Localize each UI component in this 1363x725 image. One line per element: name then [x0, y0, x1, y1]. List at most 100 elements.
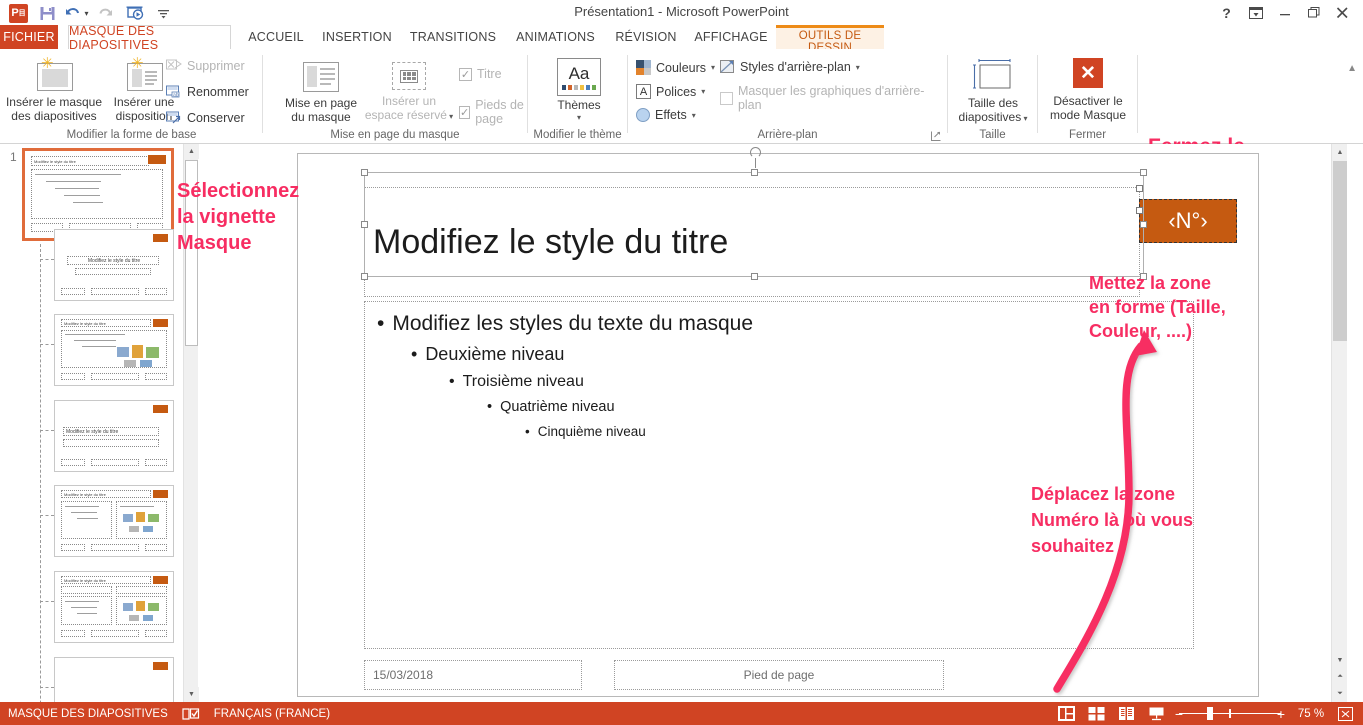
chevron-down-icon[interactable]: ▾ [692, 111, 696, 120]
supprimer-button[interactable]: Supprimer [166, 59, 245, 73]
thumbnail-layout-blank[interactable] [54, 657, 174, 702]
view-slide-sorter-button[interactable] [1081, 702, 1111, 725]
inserer-un-espace-reserve-button[interactable]: Insérer unespace réservé ▾ [363, 59, 455, 124]
layout-connector-7 [40, 687, 54, 688]
body-text-level-2: Deuxième niveau [425, 344, 564, 365]
ribbon-display-options-button[interactable] [1241, 2, 1270, 23]
restore-button[interactable] [1299, 2, 1328, 23]
view-reading-button[interactable] [1111, 702, 1141, 725]
themes-button[interactable]: Aa Thèmes ▾ [554, 58, 604, 122]
annotation-line1: Sélectionnez [177, 178, 299, 204]
tab-masque-des-diapositives[interactable]: MASQUE DES DIAPOSITIVES [68, 25, 231, 50]
btn-label-line2: disposition [116, 109, 173, 123]
conserver-button[interactable]: Conserver [166, 111, 245, 125]
btn-label-line1: Insérer un [382, 94, 436, 108]
tab-insertion[interactable]: INSERTION [318, 25, 396, 49]
status-bar-right: − + 75 % [1051, 702, 1357, 725]
minimize-button[interactable] [1270, 2, 1299, 23]
collapse-ribbon-icon[interactable]: ▲ [1347, 63, 1357, 74]
btn-label-line2: diapositives [959, 110, 1022, 124]
zoom-level-label[interactable]: 75 % [1289, 708, 1333, 720]
close-button[interactable] [1328, 2, 1357, 23]
status-language[interactable]: FRANÇAIS (FRANCE) [214, 708, 330, 720]
window-controls: ? [1212, 2, 1357, 23]
resize-handle-e[interactable] [1140, 221, 1147, 228]
canvas-scroll-up-icon[interactable]: ▲ [1332, 144, 1348, 160]
tab-transitions[interactable]: TRANSITIONS [405, 25, 501, 49]
tab-revision[interactable]: RÉVISION [610, 25, 682, 49]
pieds-de-page-checkbox[interactable]: ✓ Pieds de page [459, 98, 527, 126]
chevron-down-icon[interactable]: ▾ [577, 113, 581, 122]
slide-thumbnail-pane[interactable]: 1 Modifiez le style du titre [0, 144, 183, 702]
title-selection-frame[interactable] [364, 172, 1144, 277]
couleurs-button[interactable]: Couleurs ▾ [636, 60, 715, 75]
thumbnail-layout-content[interactable]: Modifiez le style du titre [54, 314, 174, 386]
resize-handle-nw[interactable] [361, 169, 368, 176]
zoom-slider[interactable]: − + [1171, 702, 1289, 725]
ribbon-tab-strip: OUTILS DE DESSIN FORMAT FICHIER MASQUE D… [0, 25, 1363, 49]
work-area: 1 Modifiez le style du titre [0, 144, 1363, 702]
taille-des-diapositives-button[interactable]: Taille desdiapositives ▾ [958, 58, 1028, 126]
canvas-scrollbar[interactable]: ▲ ▼ ⏶ ⏷ [1331, 144, 1347, 702]
tab-accueil[interactable]: ACCUEIL [243, 25, 309, 49]
btn-label-line1: Mise en page [285, 96, 357, 110]
group-title-mise-en-page-du-masque: Mise en page du masque [263, 129, 527, 141]
thumbnail-master[interactable]: Modifiez le style du titre [22, 148, 174, 241]
resize-handle-n[interactable] [751, 169, 758, 176]
previous-slide-icon[interactable]: ⏶ [1332, 669, 1348, 685]
resize-handle-w[interactable] [361, 221, 368, 228]
view-slideshow-button[interactable] [1141, 702, 1171, 725]
bullet-icon: • [449, 373, 455, 391]
fit-to-window-icon[interactable] [1333, 702, 1357, 725]
bullet-icon: • [525, 424, 530, 439]
resize-handle-ne[interactable] [1140, 169, 1147, 176]
placeholder-icon [392, 62, 426, 90]
zoom-knob[interactable] [1207, 707, 1213, 720]
chevron-down-icon[interactable]: ▾ [856, 63, 860, 72]
slide-size-icon [972, 58, 1014, 92]
thumbnail-layout-two-content[interactable]: Modifiez le style du titre [54, 485, 174, 557]
help-button[interactable]: ? [1212, 2, 1241, 23]
thumbnail-layout-title[interactable]: Modifiez le style du titre [54, 229, 174, 301]
footer-placeholder[interactable]: Pied de page [614, 660, 944, 690]
date-placeholder[interactable]: 15/03/2018 [364, 660, 582, 690]
tab-fichier[interactable]: FICHIER [0, 25, 58, 49]
footer-placeholder-text: Pied de page [744, 668, 815, 682]
tab-animations[interactable]: ANIMATIONS [509, 25, 602, 49]
thumbnail-layout-comparison[interactable]: Modifiez le style du titre [54, 571, 174, 643]
tab-affichage[interactable]: AFFICHAGE [690, 25, 772, 49]
inserer-masque-des-diapositives-button[interactable]: ✳ Insérer le masquedes diapositives [4, 57, 104, 123]
chevron-down-icon[interactable]: ▾ [711, 63, 715, 72]
chevron-down-icon[interactable]: ▾ [701, 87, 705, 96]
spellcheck-icon[interactable] [182, 707, 200, 721]
body-placeholder[interactable]: • Modifiez les styles du texte du masque… [364, 301, 1194, 649]
mise-en-page-du-masque-button[interactable]: Mise en pagedu masque [275, 59, 367, 124]
canvas-scrollbar-thumb[interactable] [1333, 161, 1347, 341]
renommer-button[interactable]: ab Renommer [166, 85, 249, 99]
rotation-handle[interactable] [750, 147, 761, 158]
desactiver-le-mode-masque-button[interactable]: ✕ Désactiver lemode Masque [1046, 58, 1130, 122]
titre-checkbox[interactable]: ✓ Titre [459, 67, 502, 81]
slide-number-placeholder[interactable]: ‹N°› [1139, 199, 1237, 243]
chevron-down-icon[interactable]: ▾ [447, 112, 453, 121]
slide-number-handle-w[interactable] [1136, 207, 1143, 214]
resize-handle-s[interactable] [751, 273, 758, 280]
next-slide-icon[interactable]: ⏷ [1332, 686, 1348, 702]
group-title-modifier-forme-de-base: Modifier la forme de base [0, 129, 263, 141]
resize-handle-sw[interactable] [361, 273, 368, 280]
scroll-down-icon[interactable]: ▼ [184, 687, 199, 702]
ribbon-group-arriere-plan: Couleurs ▾ A Polices ▾ Effets ▾ Styles d… [628, 49, 947, 144]
checkbox-checked-icon: ✓ [459, 68, 472, 81]
thumbnail-layout-section[interactable]: Modifiez le style du titre [54, 400, 174, 472]
status-bar: MASQUE DES DIAPOSITIVES FRANÇAIS (FRANCE… [0, 702, 1363, 725]
view-normal-button[interactable] [1051, 702, 1081, 725]
polices-button[interactable]: A Polices ▾ [636, 84, 705, 99]
arriere-plan-dialog-launcher[interactable] [931, 131, 941, 141]
chevron-down-icon[interactable]: ▾ [1021, 114, 1027, 123]
canvas-scroll-down-icon[interactable]: ▼ [1332, 652, 1348, 668]
effets-button[interactable]: Effets ▾ [636, 108, 696, 122]
slide-number-handle-nw[interactable] [1136, 185, 1143, 192]
styles-arriere-plan-button[interactable]: Styles d'arrière-plan ▾ [720, 60, 860, 74]
masquer-les-graphiques-checkbox[interactable]: Masquer les graphiques d'arrière-plan [720, 84, 947, 112]
scroll-up-icon[interactable]: ▲ [184, 144, 199, 159]
